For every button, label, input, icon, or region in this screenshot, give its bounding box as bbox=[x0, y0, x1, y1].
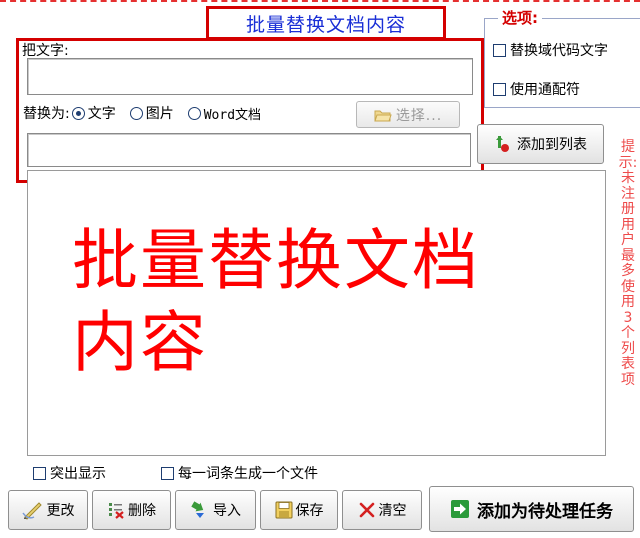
use-wildcard-checkbox[interactable]: 使用通配符 bbox=[493, 79, 580, 99]
watermark-line-1: 批量替换文档 bbox=[72, 222, 480, 299]
floppy-disk-icon bbox=[275, 501, 293, 519]
top-dashed-border bbox=[0, 0, 640, 2]
page-title: 批量替换文档内容 bbox=[206, 6, 446, 40]
radio-text[interactable]: 文字 bbox=[71, 103, 116, 123]
replace-field-code-checkbox[interactable]: 替换域代码文字 bbox=[493, 40, 608, 60]
delete-button[interactable]: 删除 bbox=[92, 490, 171, 530]
add-to-list-button[interactable]: 添加到列表 bbox=[477, 124, 604, 164]
unregistered-hint: 提示:未注册用户最多使用3个列表项 bbox=[618, 139, 638, 388]
watermark-text: 批量替换文档 内容 bbox=[72, 220, 602, 384]
checkbox-box[interactable] bbox=[161, 466, 174, 480]
replace-text-input[interactable] bbox=[27, 133, 471, 167]
pencil-icon bbox=[21, 500, 44, 520]
radio-icon[interactable] bbox=[187, 106, 201, 120]
radio-icon[interactable] bbox=[129, 106, 143, 120]
select-file-button[interactable]: 选择... bbox=[356, 101, 460, 128]
save-button[interactable]: 保存 bbox=[260, 490, 338, 530]
per-file-checkbox[interactable]: 每一词条生成一个文件 bbox=[161, 463, 318, 483]
import-arrow-icon bbox=[190, 501, 210, 519]
green-arrow-icon bbox=[450, 499, 470, 519]
checkbox-box[interactable] bbox=[493, 43, 506, 57]
checkbox-box[interactable] bbox=[493, 82, 506, 96]
watermark-line-2: 内容 bbox=[72, 304, 208, 381]
replace-field-code-label: 替换域代码文字 bbox=[510, 43, 608, 59]
radio-word-doc[interactable]: Word文档 bbox=[187, 104, 261, 123]
clear-button[interactable]: 清空 bbox=[342, 490, 422, 530]
find-text-input[interactable] bbox=[27, 58, 473, 95]
delete-list-icon bbox=[107, 501, 125, 519]
options-legend: 选项: bbox=[498, 7, 542, 28]
edit-button[interactable]: 更改 bbox=[8, 490, 88, 530]
replace-type-row: 替换为: 文字 图片 Word文档 bbox=[23, 103, 275, 123]
radio-selected-icon[interactable] bbox=[71, 106, 85, 120]
find-label: 把文字: bbox=[22, 43, 69, 59]
add-list-icon bbox=[494, 135, 512, 153]
clear-x-icon bbox=[358, 501, 376, 519]
radio-image[interactable]: 图片 bbox=[129, 103, 174, 123]
replace-label: 替换为: bbox=[23, 106, 70, 122]
folder-icon bbox=[374, 107, 392, 123]
checkbox-box[interactable] bbox=[33, 466, 46, 480]
import-button[interactable]: 导入 bbox=[175, 490, 256, 530]
add-task-button[interactable]: 添加为待处理任务 bbox=[429, 486, 634, 532]
highlight-checkbox[interactable]: 突出显示 bbox=[33, 463, 106, 483]
use-wildcard-label: 使用通配符 bbox=[510, 82, 580, 98]
